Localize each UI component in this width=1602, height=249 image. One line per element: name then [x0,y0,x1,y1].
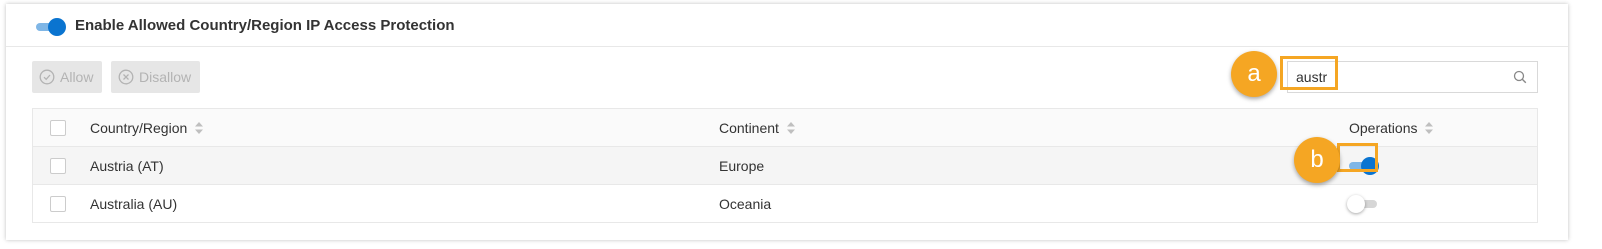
header-title: Enable Allowed Country/Region IP Access … [75,17,455,34]
table-row[interactable]: Australia (AU) Oceania [33,185,1537,223]
highlight-box-search [1280,56,1338,90]
sort-icon[interactable] [786,122,795,134]
column-header-operations-label: Operations [1349,120,1418,136]
disallow-button[interactable]: Disallow [111,61,200,93]
continent-cell: Oceania [719,196,772,212]
select-all-checkbox[interactable] [50,120,66,136]
toggle-knob [48,18,66,36]
allow-toggle[interactable] [1347,195,1377,213]
column-header-continent[interactable]: Continent [719,120,795,136]
callout-marker-b: b [1294,137,1340,183]
country-cell: Australia (AU) [90,196,178,212]
toggle-knob [1347,195,1365,213]
allow-button[interactable]: Allow [32,61,102,93]
column-header-country-label: Country/Region [90,120,188,136]
sort-icon[interactable] [195,122,204,134]
row-checkbox[interactable] [50,196,66,212]
enable-protection-toggle[interactable] [36,18,66,36]
column-header-operations[interactable]: Operations [1349,120,1434,136]
check-circle-icon [39,69,55,85]
country-cell: Austria (AT) [90,158,164,174]
settings-panel: Enable Allowed Country/Region IP Access … [6,4,1568,240]
row-checkbox[interactable] [50,158,66,174]
continent-cell: Europe [719,158,765,174]
disallow-button-label: Disallow [139,69,192,85]
highlight-box-toggle [1337,143,1378,172]
column-header-country[interactable]: Country/Region [90,120,204,136]
x-circle-icon [118,69,134,85]
callout-marker-a: a [1231,51,1277,97]
sort-icon[interactable] [1425,122,1434,134]
header: Enable Allowed Country/Region IP Access … [6,4,1568,47]
column-header-continent-label: Continent [719,120,779,136]
search-icon[interactable] [1513,70,1527,84]
allow-button-label: Allow [60,69,94,85]
